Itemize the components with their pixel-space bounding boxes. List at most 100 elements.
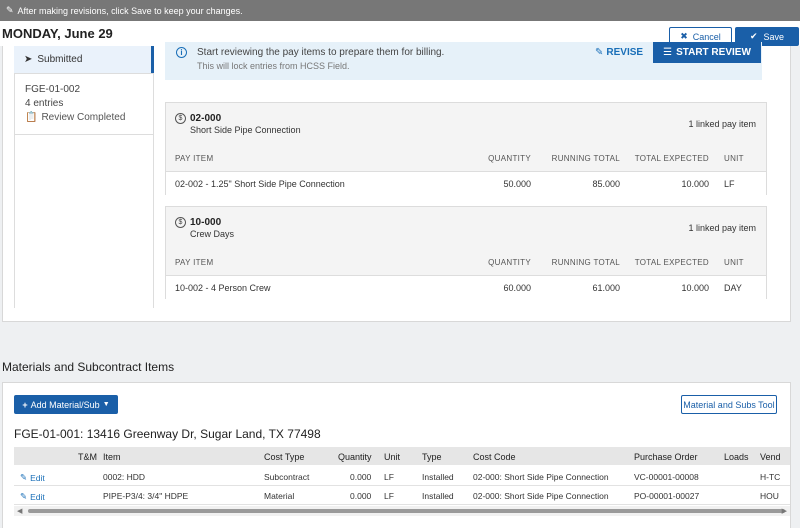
info-line-2: This will lock entries from HCSS Field. [197,61,350,71]
item-cell: PIPE-P3/4: 3/4" HDPE [103,491,189,501]
close-icon: ✖ [680,31,688,41]
vendor-cell: H-TC [760,472,781,482]
cost-code-cell: 02-000: Short Side Pipe Connection [473,472,609,482]
cost-type-cell: Subcontract [264,472,310,482]
column-header-quantity: QUANTITY [488,258,531,267]
column-header-cost-type: Cost Type [264,452,305,462]
revise-button[interactable]: ✎ REVISE [595,47,643,58]
column-header-unit: UNIT [724,154,744,163]
add-material-sub-label: Add Material/Sub [30,399,100,410]
pencil-icon: ✎ [6,5,14,15]
horizontal-scrollbar[interactable]: ◀ ▶ [14,506,790,516]
purchase-order-cell: PO-00001-00027 [634,491,700,501]
cost-type-cell: Material [264,491,295,501]
pay-item-name: Crew Days [190,229,235,239]
review-status-label: Review Completed [41,112,126,123]
edit-label: Edit [30,472,45,483]
pay-item-code: 02-000 [190,113,222,124]
sidebar-entry-count: 4 entries [25,98,64,109]
submitted-label: Submitted [37,54,83,65]
column-header-type: Type [422,452,442,462]
edit-label: Edit [30,491,45,502]
quantity-cell: 50.000 [503,179,531,189]
total-expected-cell: 10.000 [681,179,709,189]
info-icon: i [176,47,187,58]
edit-link[interactable]: ✎ Edit [20,491,45,502]
column-header-tm: T&M [78,452,97,462]
column-header-purchase-order: Purchase Order [634,452,698,462]
purchase-order-cell: VC-00001-00008 [634,472,699,482]
linked-pay-item-count: 1 linked pay item [688,119,756,129]
unit-cell: DAY [724,283,742,293]
type-cell: Installed [422,472,454,482]
save-label: Save [763,31,785,42]
caret-down-icon: ▼ [102,401,110,408]
scroll-right-icon[interactable]: ▶ [782,507,787,515]
add-material-sub-button[interactable]: + Add Material/Sub ▼ [14,395,118,414]
running-total-cell: 61.000 [592,283,620,293]
plus-icon: + [22,399,28,410]
column-header-vendor: Vend [760,452,781,462]
column-header-loads: Loads [724,452,749,462]
pay-item-code: 10-000 [190,217,222,228]
quantity-cell: 0.000 [350,472,372,482]
column-header-cost-code: Cost Code [473,452,516,462]
pencil-icon: ✎ [20,472,28,482]
linked-pay-item-count: 1 linked pay item [688,223,756,233]
materials-table-header: T&M Item Cost Type Quantity Unit Type Co… [14,447,790,465]
divider [14,73,154,74]
info-line-1: Start reviewing the pay items to prepare… [197,47,445,58]
checklist-icon: ☰ [663,47,673,58]
column-header-unit: UNIT [724,258,744,267]
column-header-pay-item: PAY ITEM [175,258,214,267]
column-header-running-total: RUNNING TOTAL [551,258,620,267]
pay-item-cell: 10-002 - 4 Person Crew [175,283,271,293]
revise-label: REVISE [606,47,644,58]
edit-link[interactable]: ✎ Edit [20,472,45,483]
type-cell: Installed [422,491,454,501]
cancel-label: Cancel [692,31,721,42]
column-header-quantity: QUANTITY [488,154,531,163]
pay-item-card: $ 02-000 Short Side Pipe Connection 1 li… [165,102,767,195]
material-subs-tool-button[interactable]: Material and Subs Tool [681,395,777,414]
sidebar-entry-id[interactable]: FGE-01-002 [25,84,80,95]
running-total-cell: 85.000 [592,179,620,189]
job-title: FGE-01-001: 13416 Greenway Dr, Sugar Lan… [14,427,321,441]
quantity-cell: 0.000 [350,491,372,501]
column-header-item: Item [103,452,121,462]
pay-item-name: Short Side Pipe Connection [190,125,301,135]
unit-cell: LF [384,472,394,482]
item-cell: 0002: HDD [103,472,146,482]
total-expected-cell: 10.000 [681,283,709,293]
pencil-icon: ✎ [595,47,604,58]
cost-code-cell: 02-000: Short Side Pipe Connection [473,491,609,501]
pencil-icon: ✎ [20,491,28,501]
check-icon: ✔ [749,31,758,41]
table-row: ✎ Edit 0002: HDD Subcontract 0.000 LF In… [14,467,790,486]
column-header-running-total: RUNNING TOTAL [551,154,620,163]
sidebar-item-submitted[interactable]: ➤ Submitted [14,46,154,73]
scrollbar-thumb[interactable] [28,509,785,513]
revision-banner-text: After making revisions, click Save to ke… [17,5,243,16]
page-date: MONDAY, June 29 [2,26,113,41]
pay-item-card: $ 10-000 Crew Days 1 linked pay item PAY… [165,206,767,299]
clipboard-icon: 📋 [25,112,38,123]
column-header-total-expected: TOTAL EXPECTED [634,154,709,163]
revision-banner: ✎ After making revisions, click Save to … [0,0,800,21]
table-row: ✎ Edit PIPE-P3/4: 3/4" HDPE Material 0.0… [14,486,790,505]
chevron-right-icon: ➤ [24,54,33,65]
start-review-button[interactable]: ☰ START REVIEW [653,42,761,63]
column-header-unit: Unit [384,452,401,462]
column-header-total-expected: TOTAL EXPECTED [634,258,709,267]
table-row: 02-002 - 1.25" Short Side Pipe Connectio… [166,171,766,195]
review-status: 📋 Review Completed [25,112,125,123]
section-title: Materials and Subcontract Items [2,360,175,374]
divider [14,134,154,135]
column-header-quantity: Quantity [338,452,372,462]
vendor-cell: HOU [760,491,779,501]
unit-cell: LF [384,491,394,501]
column-header-pay-item: PAY ITEM [175,154,214,163]
dollar-coin-icon: $ [175,113,186,124]
scroll-left-icon[interactable]: ◀ [17,507,22,515]
table-row: 10-002 - 4 Person Crew 60.000 61.000 10.… [166,275,766,299]
